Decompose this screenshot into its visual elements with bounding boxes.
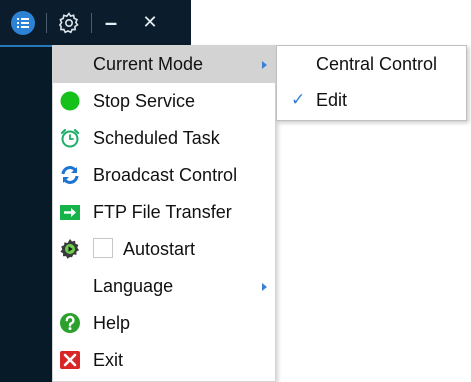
menu-item-label: FTP File Transfer <box>93 202 232 222</box>
autostart-checkbox[interactable] <box>93 238 113 258</box>
menu-item-autostart[interactable]: Autostart <box>53 231 275 268</box>
toolbar: – ✕ <box>0 0 191 45</box>
submenu-arrow-icon <box>262 283 267 291</box>
exit-icon <box>59 349 81 371</box>
list-button[interactable] <box>0 0 46 45</box>
file-transfer-icon <box>59 201 81 223</box>
menu-item-label: Autostart <box>123 239 196 259</box>
settings-button[interactable] <box>47 0 91 45</box>
submenu-arrow-icon <box>262 61 267 69</box>
menu-item-broadcast-control[interactable]: Broadcast Control <box>53 157 275 194</box>
menu-item-label: Language <box>93 276 174 296</box>
minimize-button[interactable]: – <box>92 0 130 45</box>
menu-item-label: Stop Service <box>93 91 196 111</box>
menu-item-stop-service[interactable]: Stop Service <box>53 83 275 120</box>
alarm-clock-icon <box>59 127 81 149</box>
help-icon <box>59 312 81 334</box>
minimize-icon: – <box>104 9 118 35</box>
menu-item-label: Scheduled Task <box>93 128 220 148</box>
submenu-item-label: Central Control <box>316 54 438 74</box>
list-icon <box>11 10 35 35</box>
menu-item-help[interactable]: Help <box>53 305 275 342</box>
menu-item-ftp-file-transfer[interactable]: FTP File Transfer <box>53 194 275 231</box>
refresh-arrows-icon <box>59 164 81 186</box>
background-panel <box>0 0 58 382</box>
submenu-item-label: Edit <box>316 90 348 110</box>
menu-item-label: Current Mode <box>93 54 204 74</box>
gear-icon <box>58 11 79 33</box>
play-gear-icon <box>59 238 81 260</box>
menu-item-label: Exit <box>93 350 124 370</box>
green-circle-icon <box>59 90 81 112</box>
close-icon: ✕ <box>142 12 158 32</box>
submenu-item-edit[interactable]: ✓ Edit <box>277 82 466 118</box>
close-button[interactable]: ✕ <box>130 0 170 45</box>
menu-item-label: Help <box>93 313 131 333</box>
menu-item-language[interactable]: Language <box>53 268 275 305</box>
menu-item-exit[interactable]: Exit <box>53 342 275 379</box>
mode-submenu: Central Control ✓ Edit <box>276 45 467 121</box>
menu-item-scheduled-task[interactable]: Scheduled Task <box>53 120 275 157</box>
menu-item-current-mode[interactable]: Current Mode <box>53 46 275 83</box>
checkmark-icon: ✓ <box>291 90 306 109</box>
context-menu: Current Mode Stop Service Scheduled Task <box>52 45 276 382</box>
menu-item-label: Broadcast Control <box>93 165 238 185</box>
submenu-item-central-control[interactable]: Central Control <box>277 46 466 82</box>
